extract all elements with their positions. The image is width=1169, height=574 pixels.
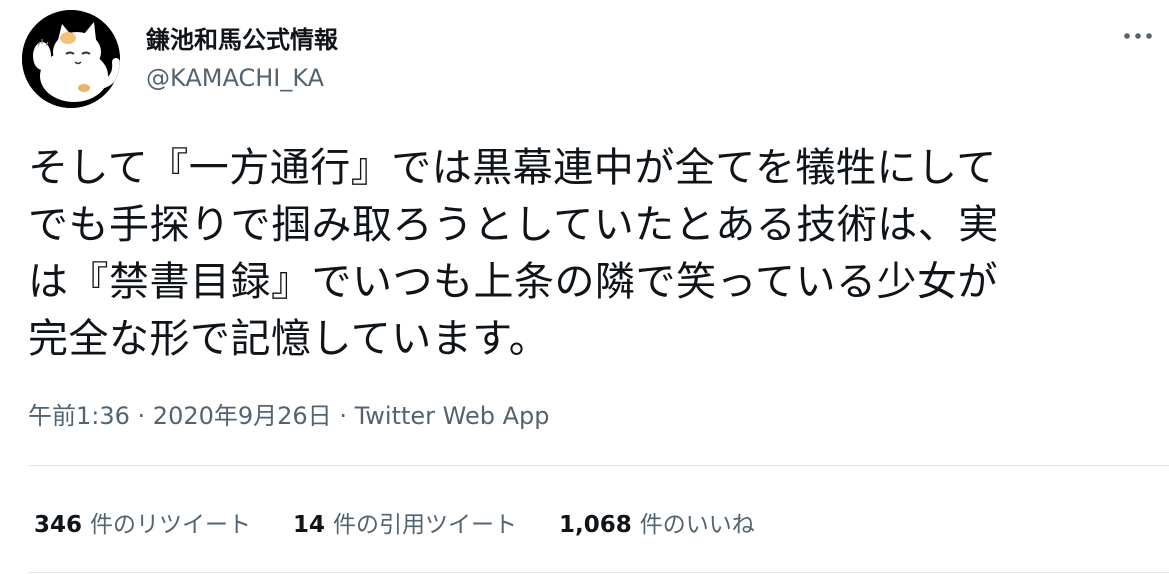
divider [28, 572, 1169, 573]
more-horizontal-icon [1124, 33, 1152, 39]
tweet-source[interactable]: Twitter Web App [355, 402, 550, 430]
tweet-date[interactable]: 2020年9月26日 [153, 402, 332, 430]
more-options-button[interactable] [1118, 22, 1158, 50]
tweet-time[interactable]: 午前1:36 [28, 402, 130, 430]
retweets-count: 346 [34, 512, 83, 538]
likes-stat[interactable]: 1,068 件のいいね [559, 505, 755, 539]
tweet-detail: 鎌池和馬公式情報 @KAMACHI_KA そして『一方通行』では黒幕連中が全てを… [0, 0, 1169, 574]
tweet-text-line: は『禁書目録』でいつも上条の隣で笑っている少女が [28, 259, 998, 305]
avatar[interactable] [22, 10, 120, 108]
tweet-text-line: そして『一方通行』では黒幕連中が全てを犠牲にして [28, 145, 997, 191]
meta-separator: · [129, 402, 153, 430]
likes-label: 件のいいね [639, 512, 755, 538]
meta-separator: · [331, 402, 355, 430]
tweet-text-line: でも手探りで掴み取ろうとしていたとある技術は、実 [28, 202, 999, 248]
divider [28, 465, 1169, 466]
author-display-name[interactable]: 鎌池和馬公式情報 [146, 20, 338, 55]
retweets-stat[interactable]: 346 件のリツイート [34, 505, 251, 539]
tweet-text: そして『一方通行』では黒幕連中が全てを犠牲にして でも手探りで掴み取ろうとしてい… [28, 140, 1138, 368]
cat-character-avatar-icon [22, 10, 120, 108]
quotes-stat[interactable]: 14 件の引用ツイート [293, 505, 517, 539]
retweets-label: 件のリツイート [90, 512, 252, 538]
quotes-label: 件の引用ツイート [333, 512, 518, 538]
author-handle[interactable]: @KAMACHI_KA [146, 64, 324, 92]
tweet-stats: 346 件のリツイート 14 件の引用ツイート 1,068 件のいいね [34, 505, 797, 539]
tweet-text-line: 完全な形で記憶しています。 [28, 316, 550, 362]
likes-count: 1,068 [559, 512, 632, 538]
tweet-meta: 午前1:36 · 2020年9月26日 · Twitter Web App [28, 396, 549, 431]
quotes-count: 14 [293, 512, 326, 538]
